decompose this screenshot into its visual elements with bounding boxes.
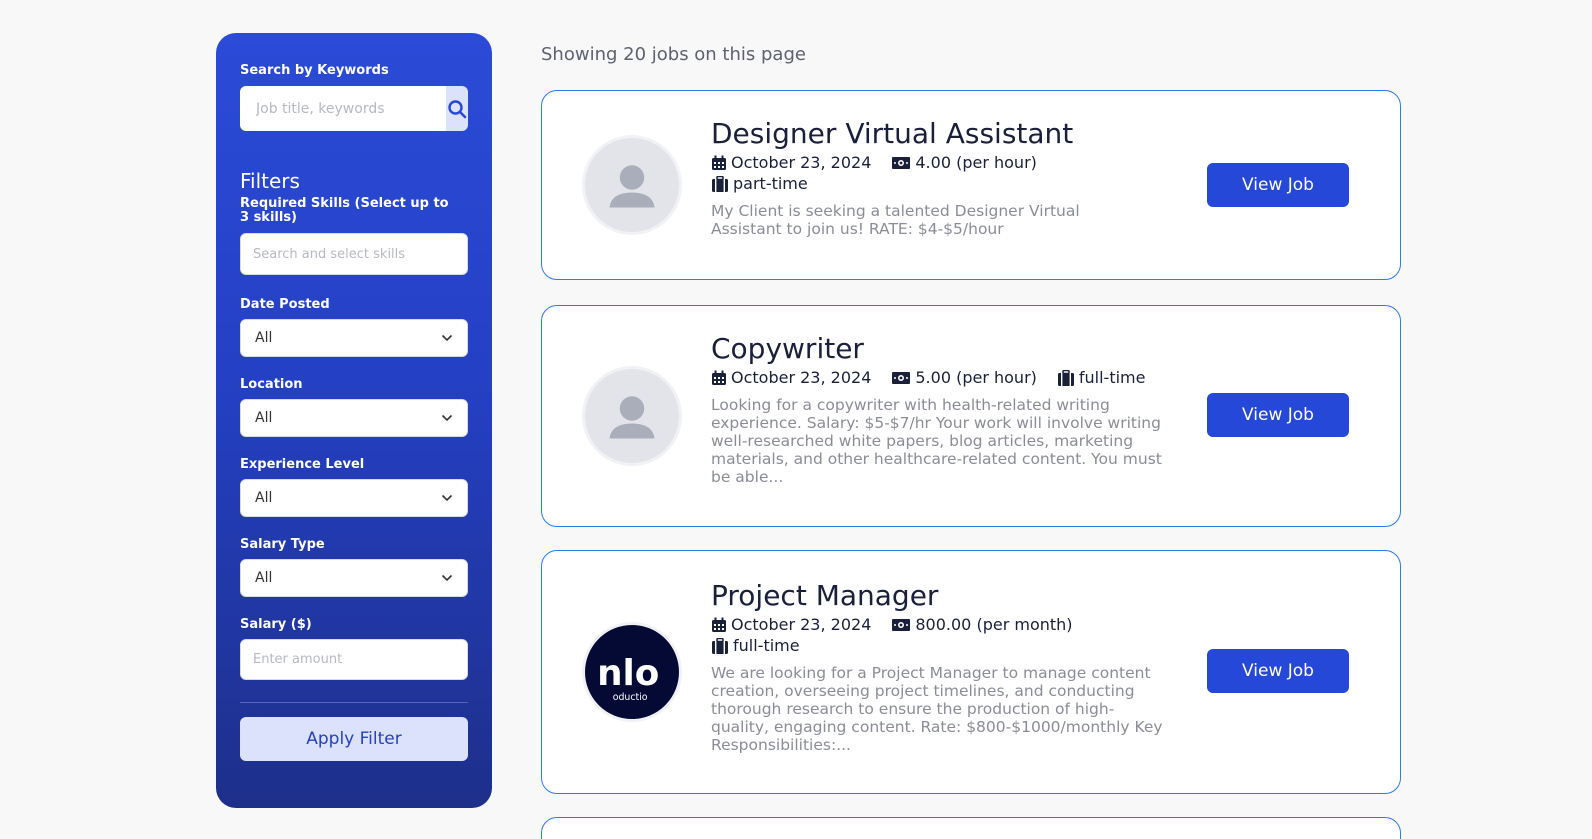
job-logo	[582, 135, 682, 235]
job-description: We are looking for a Project Manager to …	[711, 664, 1163, 754]
search-bar	[240, 86, 468, 131]
filter-sidebar: Search by Keywords Filters Required Skil…	[216, 33, 492, 808]
apply-filter-button[interactable]: Apply Filter	[240, 717, 468, 761]
job-date: October 23, 2024	[731, 615, 872, 634]
chevron-down-icon	[441, 334, 453, 342]
calendar-icon	[712, 617, 726, 632]
salary-type-value: All	[255, 570, 273, 586]
search-icon	[448, 99, 467, 118]
job-date: October 23, 2024	[731, 368, 872, 387]
job-meta: October 23, 2024 5.00 (per hour) full-ti…	[711, 368, 1171, 387]
location-select[interactable]: All	[240, 399, 468, 437]
job-type: full-time	[1078, 368, 1146, 387]
job-type: full-time	[733, 636, 800, 655]
briefcase-icon	[1057, 369, 1074, 386]
job-meta: October 23, 2024 4.00 (per hour) part-ti…	[711, 153, 1071, 193]
filters-title: Filters	[240, 169, 300, 193]
view-job-button[interactable]: View Job	[1207, 393, 1349, 437]
experience-value: All	[255, 490, 273, 506]
search-input[interactable]	[240, 86, 446, 131]
skills-label: Required Skills (Select up to 3 skills)	[240, 196, 449, 225]
company-logo-subtext: oductio	[613, 692, 648, 703]
calendar-icon	[712, 155, 726, 170]
date-posted-select[interactable]: All	[240, 319, 468, 357]
company-logo: nlo oductio	[582, 622, 682, 722]
job-card: Designer Virtual Assistant October 23, 2…	[541, 90, 1401, 280]
experience-select[interactable]: All	[240, 479, 468, 517]
job-description: My Client is seeking a talented Designer…	[711, 202, 1080, 238]
user-placeholder-icon	[609, 396, 655, 439]
job-date: October 23, 2024	[731, 153, 872, 172]
job-title[interactable]: Project Manager	[711, 579, 1171, 613]
job-card	[541, 817, 1401, 839]
sidebar-divider	[240, 702, 468, 703]
view-job-button[interactable]: View Job	[1207, 163, 1349, 207]
chevron-down-icon	[441, 574, 453, 582]
salary-label: Salary ($)	[240, 617, 312, 632]
location-label: Location	[240, 377, 303, 392]
job-logo	[582, 366, 682, 466]
salary-type-label: Salary Type	[240, 537, 325, 552]
view-job-button[interactable]: View Job	[1207, 649, 1349, 693]
job-salary: 4.00 (per hour)	[915, 153, 1037, 172]
salary-input[interactable]	[240, 639, 468, 680]
salary-type-select[interactable]: All	[240, 559, 468, 597]
search-button[interactable]	[446, 86, 468, 131]
job-card: nlo oductio Project Manager October 23, …	[541, 550, 1401, 794]
results-count: Showing 20 jobs on this page	[541, 44, 806, 65]
job-title[interactable]: Designer Virtual Assistant	[711, 117, 1171, 151]
job-card: Copywriter October 23, 2024 5.00 (per ho…	[541, 305, 1401, 527]
company-logo-mark: nlo oductio	[597, 653, 659, 703]
job-meta: October 23, 2024 800.00 (per month) full…	[711, 615, 1111, 655]
experience-label: Experience Level	[240, 457, 365, 472]
search-label: Search by Keywords	[240, 63, 389, 78]
date-posted-label: Date Posted	[240, 297, 330, 312]
briefcase-icon	[712, 637, 728, 654]
job-salary: 800.00 (per month)	[915, 615, 1073, 634]
job-salary: 5.00 (per hour)	[915, 368, 1037, 387]
job-title[interactable]: Copywriter	[711, 332, 1171, 366]
money-icon	[892, 618, 911, 631]
skills-input[interactable]	[240, 233, 468, 275]
job-description: Looking for a copywriter with health-rel…	[711, 396, 1162, 486]
user-placeholder-icon	[609, 165, 655, 208]
date-posted-value: All	[255, 330, 273, 346]
money-icon	[892, 371, 911, 384]
chevron-down-icon	[441, 414, 453, 422]
company-logo-text: nlo	[597, 653, 659, 694]
chevron-down-icon	[441, 494, 453, 502]
money-icon	[892, 156, 911, 169]
briefcase-icon	[712, 175, 728, 192]
calendar-icon	[712, 370, 726, 385]
job-type: part-time	[733, 174, 808, 193]
location-value: All	[255, 410, 273, 426]
